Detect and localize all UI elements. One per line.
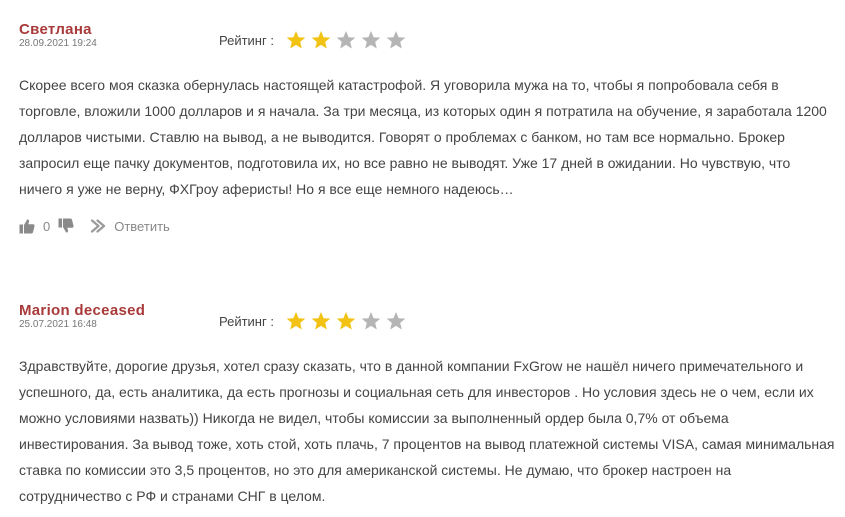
review-date: 25.07.2021 16:48 (19, 319, 97, 330)
review-date: 28.09.2021 19:24 (19, 38, 97, 49)
review-text: Скорее всего моя сказка обернулась насто… (19, 77, 827, 197)
review-text: Здравствуйте, дорогие друзья, хотел сраз… (19, 358, 835, 504)
star-filled-icon (336, 311, 356, 331)
review-author[interactable]: Marion deceased (19, 303, 837, 319)
review-actions: 0 Ответить (19, 216, 170, 236)
star-empty-icon (386, 311, 406, 331)
rating-label: Рейтинг : (219, 313, 274, 329)
star-filled-icon (286, 311, 306, 331)
reply-label: Ответить (114, 218, 170, 234)
rating-stars (286, 30, 411, 50)
review-card: Светлана 28.09.2021 19:24 Рейтинг : Скор… (19, 22, 837, 234)
star-empty-icon (336, 30, 356, 50)
rating-stars (286, 311, 411, 331)
star-filled-icon (311, 311, 331, 331)
review-author[interactable]: Светлана (19, 22, 837, 38)
star-empty-icon (361, 30, 381, 50)
star-filled-icon (286, 30, 306, 50)
like-count: 0 (43, 218, 51, 234)
rating-label: Рейтинг : (219, 32, 274, 48)
review-rating: Рейтинг : (219, 311, 411, 331)
star-empty-icon (361, 311, 381, 331)
star-filled-icon (311, 30, 331, 50)
reply-arrow-icon (90, 219, 106, 233)
review-card: Marion deceased 25.07.2021 16:48 Рейтинг… (19, 303, 837, 505)
star-empty-icon (386, 30, 406, 50)
thumbs-up-icon[interactable] (19, 218, 35, 234)
thumbs-down-icon[interactable] (58, 218, 74, 234)
reply-button[interactable]: Ответить (90, 219, 170, 234)
review-rating: Рейтинг : (219, 30, 411, 50)
